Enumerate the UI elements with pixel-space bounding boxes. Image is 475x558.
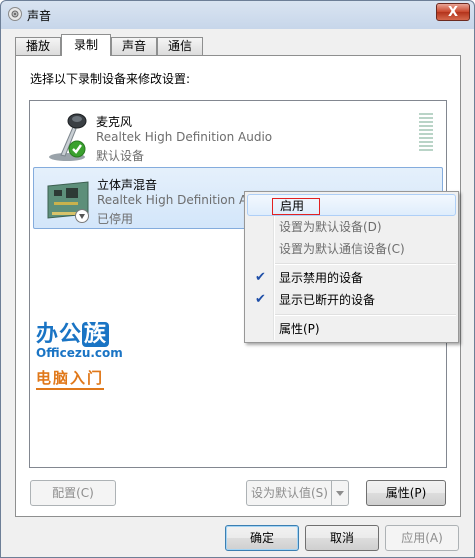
watermark-logo: 办公族 Officezu.com 电脑入门 [36,316,146,396]
speaker-icon [8,7,22,21]
device-name: 立体声混音 [97,178,158,192]
window-title: 声音 [27,9,52,23]
tab-sounds[interactable]: 声音 [111,37,157,55]
microphone-icon [49,113,87,161]
device-item-microphone[interactable]: 麦克风 Realtek High Definition Audio 默认设备 [33,105,443,167]
checkmark-icon: ✔ [255,292,266,307]
tab-playback[interactable]: 播放 [15,37,61,55]
menu-separator [275,314,456,316]
checkmark-icon: ✔ [255,270,266,285]
tab-communications[interactable]: 通信 [157,37,203,55]
title-bar[interactable]: 声音 X [1,1,475,29]
menu-separator [275,263,456,265]
menu-item-set-default[interactable]: 设置为默认设备(D) [247,216,456,238]
sound-card-icon [47,181,89,223]
device-driver: Realtek High Definition Audio [96,130,273,144]
menu-item-show-disconnected[interactable]: ✔ 显示已断开的设备 [247,289,456,311]
level-meter [419,113,433,155]
menu-item-label: 显示禁用的设备 [279,271,364,285]
device-status: 默认设备 [96,149,145,163]
menu-item-show-disabled[interactable]: ✔ 显示禁用的设备 [247,267,456,289]
configure-button[interactable]: 配置(C) [30,480,116,506]
set-default-label: 设为默认值(S) [251,486,328,500]
tab-recording[interactable]: 录制 [61,34,111,56]
set-default-split-button[interactable]: 设为默认值(S) [246,480,349,506]
menu-item-label: 显示已断开的设备 [279,293,376,307]
dropdown-arrow-icon[interactable] [331,481,348,505]
menu-item-enable[interactable]: 启用 [247,194,456,216]
menu-item-set-default-comm[interactable]: 设置为默认通信设备(C) [247,238,456,260]
device-name: 麦克风 [96,115,133,129]
instruction-text: 选择以下录制设备来修改设置: [30,72,191,86]
context-menu: 启用 设置为默认设备(D) 设置为默认通信设备(C) ✔ 显示禁用的设备 ✔ 显… [244,191,459,343]
watermark-brand: 办公族 [36,322,110,347]
highlight-box [272,198,320,215]
watermark-slogan: 电脑入门 [36,367,105,390]
menu-item-properties[interactable]: 属性(P) [247,318,456,340]
close-button[interactable]: X [436,3,470,21]
properties-button[interactable]: 属性(P) [366,480,446,506]
apply-button[interactable]: 应用(A) [385,525,459,551]
device-status: 已停用 [97,212,134,226]
sound-dialog: 声音 X 播放 录制 声音 通信 选择以下录制设备来修改设置: 麦克风 Real… [0,0,475,558]
cancel-button[interactable]: 取消 [305,525,379,551]
ok-button[interactable]: 确定 [225,525,299,551]
watermark-url: Officezu.com [36,346,123,360]
